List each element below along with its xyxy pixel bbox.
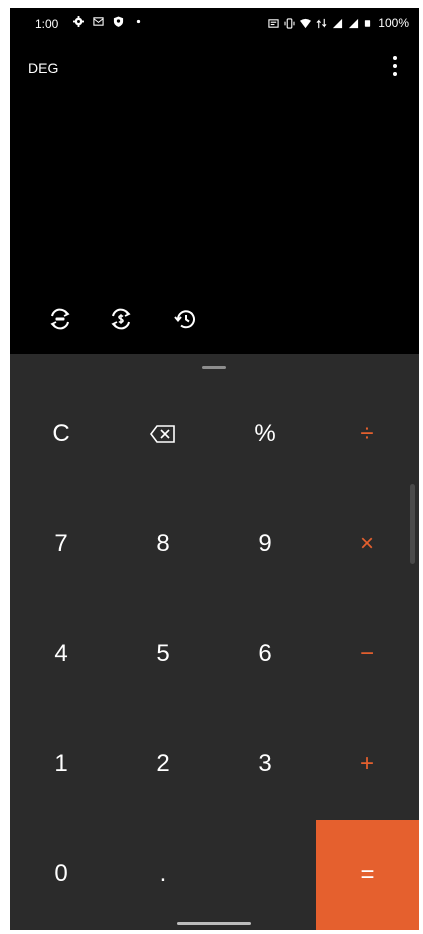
digit-4-button[interactable]: 4: [10, 599, 112, 709]
shield-icon: [113, 16, 124, 27]
signal-icon: [333, 18, 343, 28]
unit-converter-icon[interactable]: [48, 307, 72, 331]
more-options-button[interactable]: [388, 54, 402, 78]
signal-icon: [349, 18, 359, 28]
digit-3-button[interactable]: 3: [214, 709, 316, 819]
battery-percent: 100%: [378, 16, 409, 30]
clear-button[interactable]: C: [10, 379, 112, 489]
wifi-icon: [300, 18, 312, 28]
percent-button[interactable]: %: [214, 379, 316, 489]
digit-1-button[interactable]: 1: [10, 709, 112, 819]
more-vert-dot: [393, 64, 397, 68]
app-window: 1:00 100% DEG C % ÷ 7 8 9 × 4 5 6 − 1 2 …: [10, 8, 419, 930]
data-icon: [316, 18, 327, 28]
backspace-icon: [150, 425, 175, 443]
backspace-button[interactable]: [112, 379, 214, 489]
divide-button[interactable]: ÷: [316, 379, 418, 489]
digit-5-button[interactable]: 5: [112, 599, 214, 709]
angle-mode-toggle[interactable]: DEG: [28, 60, 58, 76]
digit-8-button[interactable]: 8: [112, 489, 214, 599]
more-vert-icon: [393, 56, 397, 60]
digit-2-button[interactable]: 2: [112, 709, 214, 819]
keypad: C % ÷ 7 8 9 × 4 5 6 − 1 2 3 + 0 . =: [10, 354, 419, 930]
message-icon: [93, 17, 104, 26]
digit-6-button[interactable]: 6: [214, 599, 316, 709]
gesture-nav-bar[interactable]: [177, 922, 251, 925]
plus-button[interactable]: +: [316, 709, 418, 819]
digit-0-button[interactable]: 0: [10, 819, 112, 929]
cast-icon: [268, 18, 279, 28]
digit-7-button[interactable]: 7: [10, 489, 112, 599]
status-right-icons: 100%: [268, 16, 409, 30]
decimal-button[interactable]: .: [112, 819, 214, 929]
status-time: 1:00: [35, 17, 59, 31]
minus-button[interactable]: −: [316, 599, 418, 709]
drawer-handle[interactable]: [202, 366, 226, 369]
battery-icon: [365, 19, 371, 27]
equals-button[interactable]: =: [316, 820, 419, 930]
digit-9-button[interactable]: 9: [214, 489, 316, 599]
more-vert-dot: [393, 72, 397, 76]
status-bar: 1:00 100%: [10, 8, 419, 40]
status-left-icons: [73, 16, 144, 27]
dot-icon: [136, 19, 141, 24]
multiply-button[interactable]: ×: [316, 489, 418, 599]
history-icon[interactable]: [173, 307, 197, 331]
currency-converter-icon[interactable]: [109, 307, 133, 331]
settings-icon: [73, 16, 84, 27]
vibrate-icon: [284, 17, 295, 29]
